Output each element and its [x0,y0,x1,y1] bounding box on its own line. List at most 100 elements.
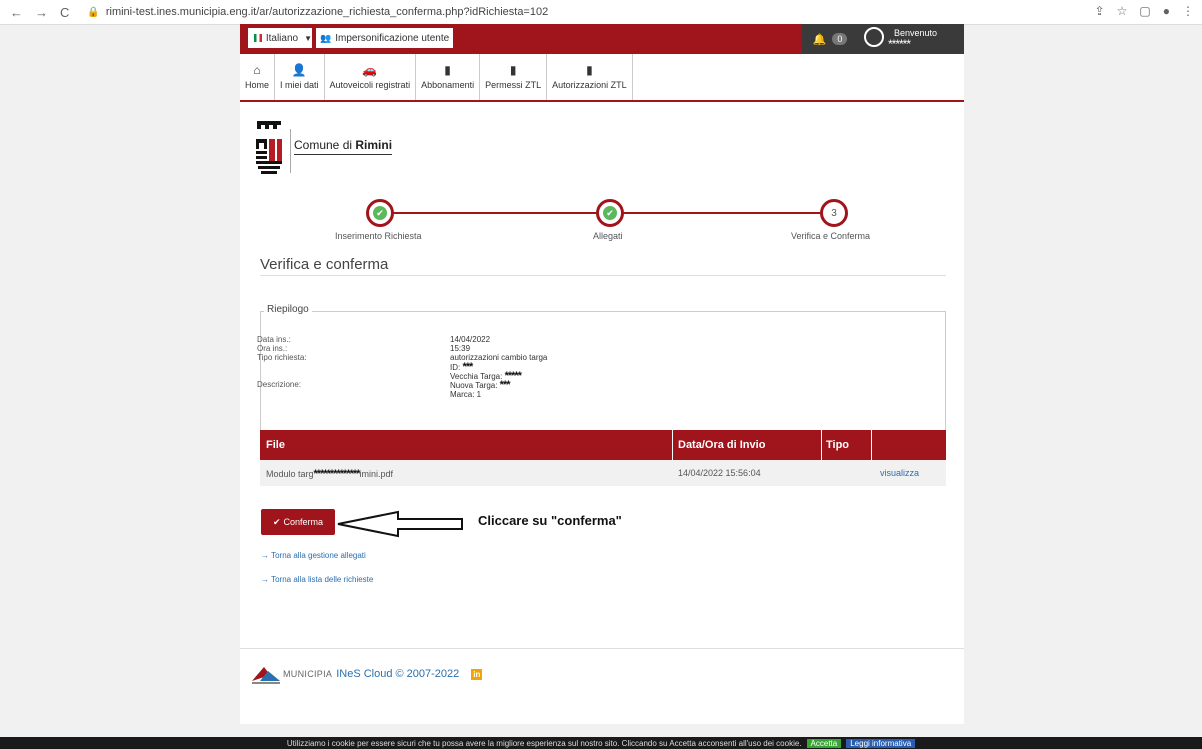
step-1-circle: ✔ [366,199,394,227]
menu-item-label: Abbonamenti [421,80,475,90]
car-icon: 🚗 [362,63,378,77]
bell-icon: 🔔 [812,33,827,46]
kebab-menu-icon[interactable]: ⋮ [1182,4,1194,18]
comune-prefix: Comune di [294,138,356,152]
page-container: Italiano ▼ 👥 Impersonificazione utente 🔔… [240,24,964,724]
municipia-logo-icon [252,667,280,684]
rimini-crest-icon [256,121,282,174]
step-3-label: Verifica e Conferma [791,231,871,241]
forward-icon[interactable]: → [35,5,48,20]
avatar-icon [864,27,884,47]
copyright: INeS Cloud © 2007-2022 [336,668,460,680]
document-icon: ▮ [509,63,517,77]
impersonation-button[interactable]: 👥 Impersonificazione utente [316,28,454,48]
back-to-list-link[interactable]: → Torna alla lista delle richieste [261,575,373,584]
confirm-label: Conferma [283,517,324,527]
ora-ins-value: 15:39 [450,344,471,353]
descr-id-label: ID: [450,363,463,372]
step-2-circle: ✔ [596,199,624,227]
check-icon: ✔ [272,516,281,527]
cookie-info-button[interactable]: Leggi informativa [846,738,916,748]
annotation-arrow [337,510,463,538]
summary-legend: Riepilogo [264,304,312,315]
menu-item-label: Home [245,80,270,90]
caret-down-icon: ▼ [304,33,312,43]
users-icon: 👥 [320,32,332,43]
data-ins-value: 14/04/2022 [450,335,491,344]
descrizione-label: Descrizione: [257,380,302,389]
file-name: Modulo targ**************imini.pdf [266,468,393,480]
home-icon: ⌂ [253,63,261,77]
table-row: Modulo targ**************imini.pdf 14/04… [260,460,946,486]
descr-old-plate-line: Vecchia Targa: ***** [450,371,522,382]
notifications-button[interactable]: 🔔 0 [802,24,858,54]
logo-divider [290,129,291,173]
menu-item-home[interactable]: ⌂ Home [240,54,276,100]
file-name-prefix: Modulo targ [266,469,314,479]
file-name-suffix: imini.pdf [359,469,393,479]
menu-item-i-miei-dati[interactable]: 👤 I miei dati [275,54,325,100]
file-name-masked: ************** [313,468,361,480]
visualizza-link[interactable]: visualizza [880,468,919,478]
step-2-label: Allegati [593,231,623,241]
document-icon: ▮ [586,63,593,77]
menu-item-abbonamenti[interactable]: ▮ Abbonamenti [416,54,481,100]
step-1-label: Inserimento Richiesta [335,231,422,241]
header-divider [672,430,673,460]
comune-logo: Comune di Rimini [254,119,404,175]
comune-city: Rimini [355,138,393,152]
username: ****** [888,37,911,51]
menu-item-autorizzazioni-ztl[interactable]: ▮ Autorizzazioni ZTL [547,54,633,100]
back-icon[interactable]: ← [10,5,23,20]
descr-new-plate-line: Nuova Targa: *** [450,379,521,391]
check-icon: ✔ [603,206,617,220]
cookie-accept-button[interactable]: Accetta [806,738,842,748]
back-to-list-label: Torna alla lista delle richieste [271,575,374,584]
sidepanel-icon[interactable]: ▢ [1139,4,1150,18]
bookmark-star-icon[interactable]: ☆ [1117,4,1128,18]
descr-old-plate-label: Vecchia Targa: [450,372,505,381]
italy-flag-icon [254,34,262,42]
menu-item-autoveicoli[interactable]: 🚗 Autoveicoli registrati [325,54,417,100]
header-file: File [266,439,285,451]
file-datetime: 14/04/2022 15:56:04 [678,468,761,478]
descr-new-plate-value: *** [499,379,511,391]
page-title: Verifica e conferma [260,256,389,273]
comune-name: Comune di Rimini [294,138,393,155]
menu-item-label: Permessi ZTL [485,80,542,90]
reload-icon[interactable]: C [60,5,69,20]
main-menu: ⌂ Home 👤 I miei dati 🚗 Autoveicoli regis… [240,54,964,102]
arrow-right-icon: → [261,551,269,560]
descrizione-value: ID: *** Vecchia Targa: ***** Nuova Targa… [450,362,522,400]
back-to-attachments-link[interactable]: → Torna alla gestione allegati [261,551,366,560]
header-divider [871,430,872,460]
descr-marca: Marca: 1 [450,390,482,399]
confirm-button[interactable]: ✔ Conferma [261,509,335,535]
header-divider [821,430,822,460]
share-icon[interactable]: ⇪ [1095,4,1105,18]
annotation-text: Cliccare su "conferma" [478,513,622,528]
title-divider [260,275,946,276]
stepper-line [388,212,612,214]
data-ins-label: Data ins.: [257,335,291,344]
descr-new-plate-label: Nuova Targa: [450,381,500,390]
profile-icon[interactable]: ● [1163,4,1170,18]
menu-item-permessi-ztl[interactable]: ▮ Permessi ZTL [480,54,548,100]
arrow-right-icon: → [261,575,269,584]
check-icon: ✔ [373,206,387,220]
tipo-richiesta-label: Tipo richiesta: [257,353,307,362]
step-3-number: 3 [831,207,837,219]
address-bar[interactable]: rimini-test.ines.municipia.eng.it/ar/aut… [106,6,548,18]
cookie-banner: Utilizziamo i cookie per essere sicuri c… [0,737,1202,749]
back-to-attachments-label: Torna alla gestione allegati [271,551,366,560]
header-tipo: Tipo [826,439,850,451]
files-table-header: File Data/Ora di Invio Tipo [260,430,946,460]
footer: MUNICIPIA INeS Cloud © 2007-2022 in [252,660,483,688]
language-select[interactable]: Italiano ▼ [248,28,312,48]
user-menu[interactable]: Benvenuto ****** [858,24,964,54]
linkedin-icon[interactable]: in [471,668,483,680]
browser-toolbar: ← → C 🔒 rimini-test.ines.municipia.eng.i… [0,0,1202,25]
language-label: Italiano [265,32,299,44]
lock-icon: 🔒 [87,6,100,18]
document-icon: ▮ [444,63,451,77]
